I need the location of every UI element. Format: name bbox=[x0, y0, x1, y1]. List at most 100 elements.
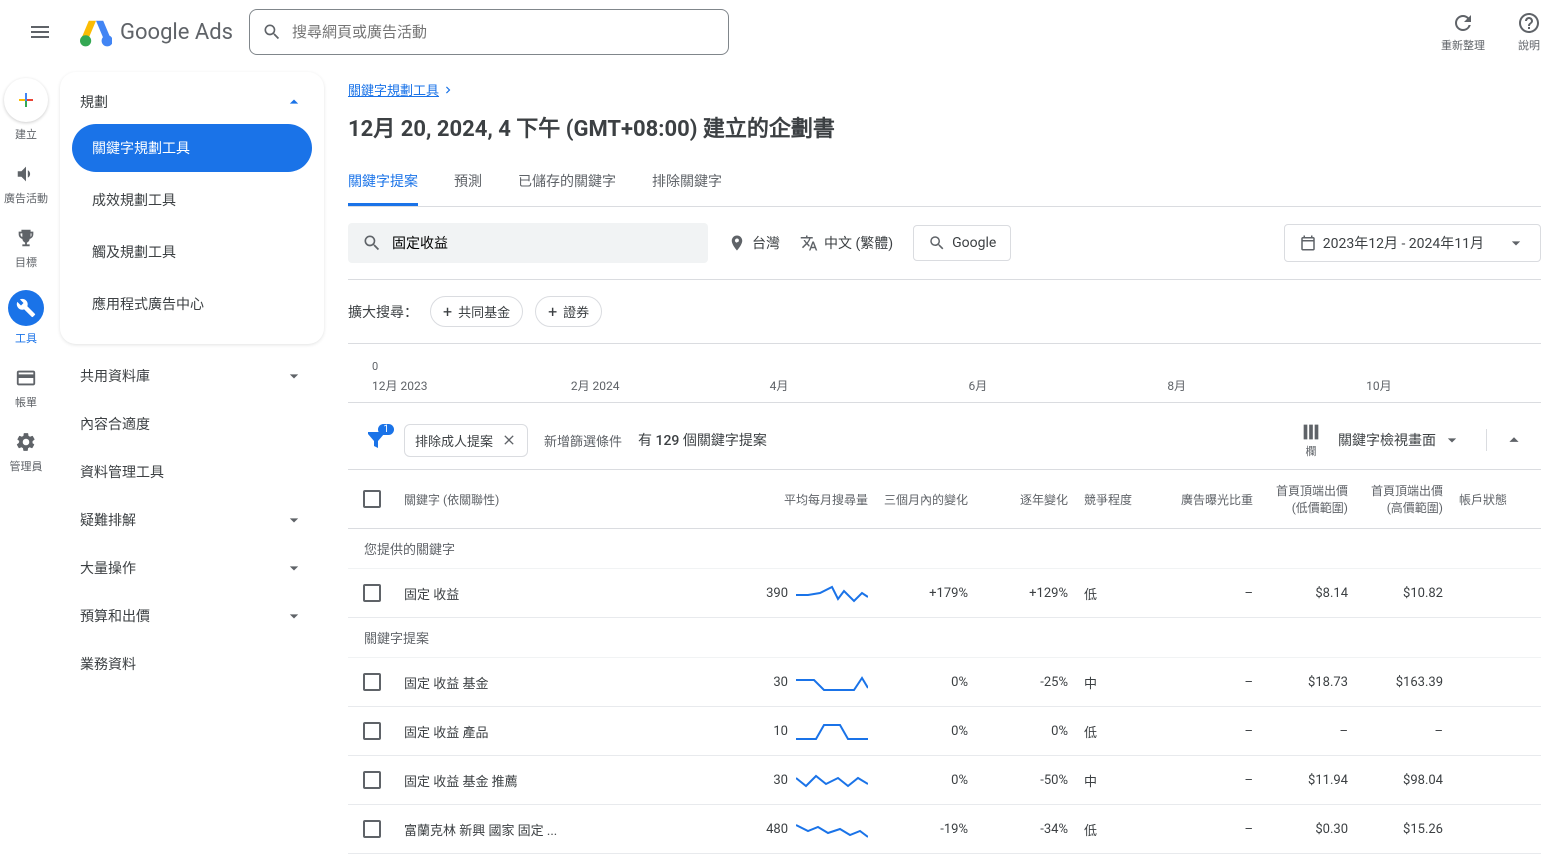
tab-negative-keywords[interactable]: 排除關鍵字 bbox=[652, 159, 722, 206]
select-all-checkbox[interactable] bbox=[363, 490, 381, 508]
planning-header[interactable]: 規劃 bbox=[60, 84, 324, 120]
sidebar-item-data-manager[interactable]: 資料管理工具 bbox=[60, 448, 324, 496]
calendar-icon bbox=[1299, 234, 1317, 252]
menu-icon bbox=[28, 20, 52, 44]
sidebar-item-content-suitability[interactable]: 內容合適度 bbox=[60, 400, 324, 448]
help-icon bbox=[1517, 11, 1541, 35]
page-title: 12月 20, 2024, 4 下午 (GMT+08:00) 建立的企劃書 bbox=[348, 111, 1541, 143]
cell-account bbox=[1451, 805, 1541, 853]
translate-icon bbox=[800, 234, 818, 252]
tab-keyword-ideas[interactable]: 關鍵字提案 bbox=[348, 159, 418, 206]
th-account-status[interactable]: 帳戶狀態 bbox=[1451, 470, 1541, 528]
sidebar-item-reach-planner[interactable]: 觸及規劃工具 bbox=[72, 228, 312, 276]
th-volume[interactable]: 平均每月搜尋量 bbox=[726, 470, 876, 528]
sidebar-item-performance-planner[interactable]: 成效規劃工具 bbox=[72, 176, 312, 224]
search-icon bbox=[262, 22, 282, 42]
section-ideas: 關鍵字提案 bbox=[348, 618, 1541, 658]
gear-icon bbox=[14, 430, 38, 454]
rail-billing[interactable]: 帳單 bbox=[0, 360, 52, 416]
sidebar-item-troubleshoot[interactable]: 疑難排解 bbox=[60, 496, 324, 544]
hamburger-menu[interactable] bbox=[16, 8, 64, 56]
rail-goals[interactable]: 目標 bbox=[0, 220, 52, 276]
table-row[interactable]: 固定 收益 基金 30 0% -25% 中 – $18.73 $163.39 bbox=[348, 658, 1541, 707]
rail-admin[interactable]: 管理員 bbox=[0, 424, 52, 480]
location-filter[interactable]: 台灣 bbox=[728, 233, 780, 253]
th-yy-change[interactable]: 逐年變化 bbox=[976, 470, 1076, 528]
refresh-button[interactable]: 重新整理 bbox=[1433, 11, 1493, 53]
row-checkbox[interactable] bbox=[363, 584, 381, 602]
keyword-search-box[interactable] bbox=[348, 223, 708, 263]
cell-impression: – bbox=[1166, 805, 1261, 853]
close-icon[interactable] bbox=[501, 432, 517, 448]
language-filter[interactable]: 中文 (繁體) bbox=[800, 233, 893, 253]
cell-volume: 30 bbox=[726, 658, 876, 706]
cell-competition: 低 bbox=[1076, 569, 1166, 617]
sidebar-item-keyword-planner[interactable]: 關鍵字規劃工具 bbox=[72, 124, 312, 172]
nav-rail: 建立 廣告活動 目標 工具 帳單 bbox=[0, 64, 52, 854]
keyword-search-input[interactable] bbox=[392, 235, 694, 251]
tab-saved-keywords[interactable]: 已儲存的關鍵字 bbox=[518, 159, 616, 206]
trophy-icon bbox=[14, 226, 38, 250]
th-bid-low[interactable]: 首頁頂端出價 (低價範圍) bbox=[1261, 470, 1356, 528]
add-filter-button[interactable]: 新增篩選條件 bbox=[544, 431, 622, 450]
row-checkbox[interactable] bbox=[363, 820, 381, 838]
google-ads-icon bbox=[80, 16, 112, 48]
sidebar-item-app-hub[interactable]: 應用程式廣告中心 bbox=[72, 280, 312, 328]
search-icon bbox=[362, 233, 382, 253]
row-checkbox[interactable] bbox=[363, 771, 381, 789]
ideas-count: 有 129 個關鍵字提案 bbox=[638, 430, 767, 450]
refresh-icon bbox=[1451, 11, 1475, 35]
th-bid-high[interactable]: 首頁頂端出價 (高價範圍) bbox=[1356, 470, 1451, 528]
table-row[interactable]: 固定 收益 基金 推薦 30 0% -50% 中 – $11.94 $98.04 bbox=[348, 756, 1541, 805]
global-search[interactable] bbox=[249, 9, 729, 55]
broaden-chip-securities[interactable]: +證券 bbox=[535, 296, 602, 327]
date-range-filter[interactable]: 2023年12月 - 2024年11月 bbox=[1284, 224, 1541, 262]
cell-bid-hi: $98.04 bbox=[1356, 756, 1451, 804]
table-row[interactable]: 富蘭克林 新興 國家 固定 ... 480 -19% -34% 低 – $0.3… bbox=[348, 805, 1541, 854]
table-row[interactable]: 固定 收益 390 +179% +129% 低 – $8.14 $10.82 bbox=[348, 569, 1541, 618]
cell-3m: -19% bbox=[876, 805, 976, 853]
sidebar-item-budgets-bidding[interactable]: 預算和出價 bbox=[60, 592, 324, 640]
th-3m-change[interactable]: 三個月內的變化 bbox=[876, 470, 976, 528]
rail-tools[interactable]: 工具 bbox=[0, 284, 52, 352]
cell-volume: 390 bbox=[726, 569, 876, 617]
row-checkbox[interactable] bbox=[363, 673, 381, 691]
collapse-button[interactable] bbox=[1486, 429, 1525, 451]
dropdown-icon bbox=[1442, 430, 1462, 450]
rail-create[interactable]: 建立 bbox=[0, 72, 52, 148]
sparkline bbox=[796, 768, 868, 792]
columns-button[interactable]: 欄 bbox=[1300, 421, 1322, 459]
cell-bid-hi: – bbox=[1356, 707, 1451, 755]
sidebar-item-bulk-actions[interactable]: 大量操作 bbox=[60, 544, 324, 592]
chevron-up-icon bbox=[284, 92, 304, 112]
cell-account bbox=[1451, 707, 1541, 755]
cell-impression: – bbox=[1166, 756, 1261, 804]
table-row[interactable]: 固定 收益 產品 10 0% 0% 低 – – – bbox=[348, 707, 1541, 756]
logo-text: Google Ads bbox=[120, 20, 233, 45]
th-competition[interactable]: 競爭程度 bbox=[1076, 470, 1166, 528]
cell-competition: 中 bbox=[1076, 756, 1166, 804]
global-search-input[interactable] bbox=[292, 24, 716, 41]
main-content: 關鍵字規劃工具 12月 20, 2024, 4 下午 (GMT+08:00) 建… bbox=[332, 64, 1565, 854]
view-selector[interactable]: 關鍵字檢視畫面 bbox=[1338, 430, 1462, 450]
th-impression-share[interactable]: 廣告曝光比重 bbox=[1166, 470, 1261, 528]
tab-forecast[interactable]: 預測 bbox=[454, 159, 482, 206]
sparkline bbox=[796, 817, 868, 841]
logo[interactable]: Google Ads bbox=[80, 16, 233, 48]
network-filter[interactable]: Google bbox=[913, 225, 1011, 261]
broaden-search: 擴大搜尋： +共同基金 +證券 bbox=[348, 280, 1541, 344]
applied-filter-chip[interactable]: 排除成人提案 bbox=[404, 424, 528, 457]
row-checkbox[interactable] bbox=[363, 722, 381, 740]
cell-keyword: 固定 收益 基金 推薦 bbox=[396, 756, 726, 804]
tabs: 關鍵字提案 預測 已儲存的關鍵字 排除關鍵字 bbox=[348, 159, 1541, 207]
filter-button[interactable]: 1 bbox=[364, 428, 388, 452]
sidebar-item-business-data[interactable]: 業務資料 bbox=[60, 640, 324, 688]
breadcrumb[interactable]: 關鍵字規劃工具 bbox=[348, 80, 455, 99]
sidebar-item-shared-library[interactable]: 共用資料庫 bbox=[60, 352, 324, 400]
cell-impression: – bbox=[1166, 569, 1261, 617]
help-button[interactable]: 說明 bbox=[1509, 11, 1549, 53]
broaden-chip-mutual-fund[interactable]: +共同基金 bbox=[430, 296, 523, 327]
table-header: 關鍵字 (依關聯性) 平均每月搜尋量 三個月內的變化 逐年變化 競爭程度 廣告曝… bbox=[348, 470, 1541, 529]
th-keyword[interactable]: 關鍵字 (依關聯性) bbox=[396, 470, 726, 528]
rail-campaigns[interactable]: 廣告活動 bbox=[0, 156, 52, 212]
